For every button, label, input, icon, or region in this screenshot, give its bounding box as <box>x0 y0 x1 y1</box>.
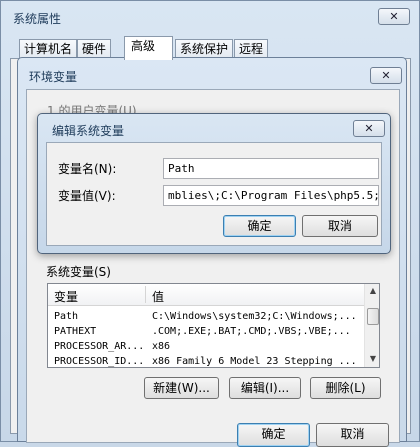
table-row[interactable]: PROCESSOR_ID... x86 Family 6 Model 23 St… <box>48 354 364 367</box>
column-header-variable[interactable]: 变量 <box>54 288 78 305</box>
table-row[interactable]: PATHEXT .COM;.EXE;.BAT;.CMD;.VBS;.VBE;..… <box>48 324 364 339</box>
arrow-down-icon: ▼ <box>369 354 377 363</box>
edit-dialog-title: 编辑系统变量 <box>52 124 125 138</box>
list-header: 变量 值 <box>48 284 364 306</box>
row-name: Path <box>54 311 79 322</box>
edit-cancel-button[interactable]: 取消 <box>302 215 378 237</box>
close-icon: ✕ <box>364 122 374 135</box>
edit-ok-button[interactable]: 确定 <box>223 215 296 237</box>
table-row[interactable]: Path C:\Windows\system32;C:\Windows;... <box>48 309 364 324</box>
table-row[interactable]: PROCESSOR_AR... x86 <box>48 339 364 354</box>
new-variable-button[interactable]: 新建(W)... <box>144 377 219 399</box>
edit-variable-button[interactable]: 编辑(I)... <box>229 377 301 399</box>
system-properties-title: 系统属性 <box>13 12 62 26</box>
tab-system-protection[interactable]: 系统保护 <box>175 39 234 59</box>
column-divider[interactable] <box>145 286 146 303</box>
row-value: x86 <box>152 341 171 352</box>
scroll-thumb[interactable] <box>367 308 379 325</box>
edit-dialog-close-button[interactable]: ✕ <box>353 120 385 137</box>
environment-ok-button[interactable]: 确定 <box>237 423 310 447</box>
row-name: PROCESSOR_AR... <box>54 341 142 352</box>
list-vertical-scrollbar[interactable]: ▲ ▼ <box>364 284 379 367</box>
tab-hardware[interactable]: 硬件 <box>77 39 112 59</box>
row-name: PROCESSOR_ID... <box>54 356 142 367</box>
close-icon: ✕ <box>389 10 399 23</box>
arrow-up-icon: ▲ <box>369 286 377 295</box>
system-variables-label: 系统变量(S) <box>46 265 111 279</box>
environment-variables-title: 环境变量 <box>29 70 78 84</box>
scroll-down-button[interactable]: ▼ <box>365 352 379 366</box>
row-value: C:\Windows\system32;C:\Windows;... <box>152 311 357 322</box>
tab-advanced[interactable]: 高级 <box>124 36 173 60</box>
delete-variable-button[interactable]: 删除(L) <box>310 377 381 399</box>
row-name: PATHEXT <box>54 326 97 337</box>
edit-dialog-body: 变量名(N): Path 变量值(V): mblies\;C:\Program … <box>46 142 382 246</box>
environment-variables-close-button[interactable]: ✕ <box>370 67 402 84</box>
close-icon: ✕ <box>381 69 391 82</box>
system-properties-close-button[interactable]: ✕ <box>378 8 410 25</box>
system-variables-list[interactable]: 变量 值 Path C:\Windows\system32;C:\Windows… <box>47 283 380 368</box>
row-value: .COM;.EXE;.BAT;.CMD;.VBS;.VBE;... <box>152 326 351 337</box>
variable-name-input[interactable]: Path <box>163 158 379 179</box>
edit-system-variable-dialog: 编辑系统变量 ✕ 变量名(N): Path 变量值(V): mblies\;C:… <box>37 113 391 254</box>
column-header-value[interactable]: 值 <box>152 288 164 305</box>
variable-value-input[interactable]: mblies\;C:\Program Files\php5.5;C:\P <box>163 185 379 206</box>
variable-value-label: 变量值(V): <box>58 189 116 203</box>
variable-name-label: 变量名(N): <box>58 162 117 176</box>
scroll-up-button[interactable]: ▲ <box>365 284 379 298</box>
environment-cancel-button[interactable]: 取消 <box>316 423 389 447</box>
tab-computer-name[interactable]: 计算机名 <box>19 39 78 59</box>
row-value: x86 Family 6 Model 23 Stepping ... <box>152 356 357 367</box>
tab-remote[interactable]: 远程 <box>234 39 269 59</box>
